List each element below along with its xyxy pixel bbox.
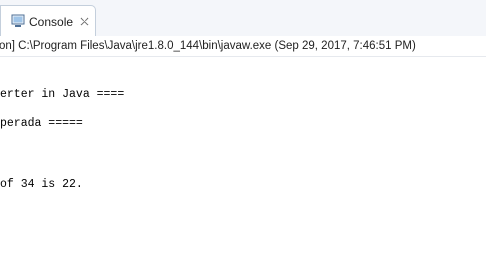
console-output-line: perada ===== [0, 117, 83, 130]
tab-label: Console [29, 15, 74, 29]
tab-console[interactable]: Console [0, 5, 96, 36]
close-icon[interactable] [79, 16, 90, 27]
console-output-line: erter in Java ==== [0, 88, 125, 101]
console-icon [11, 14, 25, 27]
launch-info-bar: on] C:\Program Files\Java\jre1.8.0_144\b… [0, 36, 486, 57]
console-output-line: of 34 is 22. [0, 178, 83, 191]
console-view: Console on] C:\Program Files\Java\jre1.8… [0, 0, 486, 255]
view-tab-bar: Console [0, 0, 486, 37]
launch-info-text: on] C:\Program Files\Java\jre1.8.0_144\b… [0, 40, 416, 52]
